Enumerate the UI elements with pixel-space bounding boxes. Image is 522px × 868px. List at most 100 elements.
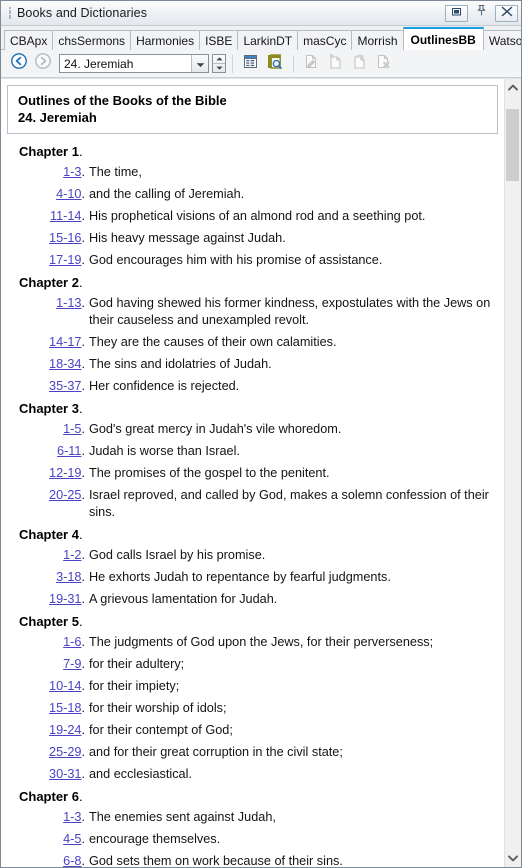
lookup-button[interactable] (263, 53, 285, 75)
chapter-heading-period: . (78, 275, 83, 290)
tab-mascyc[interactable]: masCyc (297, 30, 353, 50)
tab-morrish[interactable]: Morrish (351, 30, 404, 50)
stepper-down-button[interactable] (213, 64, 225, 72)
tab-isbe[interactable]: ISBE (199, 30, 239, 50)
chapter-heading: Chapter 4. (19, 527, 83, 542)
book-stepper[interactable] (212, 54, 226, 73)
forward-button[interactable] (31, 52, 55, 76)
drag-grip-handle[interactable] (5, 6, 14, 20)
outline-entry-text: and ecclesiastical. (89, 767, 192, 781)
verse-reference-link[interactable]: 1-2 (63, 548, 81, 562)
chapter-heading: Chapter 6. (19, 789, 83, 804)
verse-reference-link[interactable]: 1-5 (63, 422, 81, 436)
verse-reference-link[interactable]: 6-11 (57, 444, 81, 458)
outline-entry: 1-2. God calls Israel by his promise. (7, 547, 498, 564)
edit-note-button[interactable] (300, 53, 322, 75)
outline-entry: 1-3. The time, (7, 164, 498, 181)
book-search-icon (266, 53, 283, 75)
outline-entry-text: for their impiety; (89, 679, 180, 693)
book-selector-value: 24. Jeremiah (64, 56, 134, 71)
chapter-heading-period: . (78, 144, 83, 159)
outline-entry-text: God encourages him with his promise of a… (89, 253, 383, 267)
delete-note-button[interactable] (372, 53, 394, 75)
stepper-up-button[interactable] (213, 55, 225, 64)
verse-reference-cell: 20-25. (11, 487, 85, 521)
verse-reference-cell: 11-14. (11, 208, 85, 225)
outline-entry-text: encourage themselves. (89, 832, 221, 846)
close-button[interactable] (495, 4, 518, 22)
verse-reference-link[interactable]: 7-9 (63, 657, 81, 671)
chapter-heading-period: . (78, 527, 83, 542)
verse-reference-link[interactable]: 17-19 (49, 253, 81, 267)
tab-cbapx[interactable]: CBApx (4, 30, 54, 50)
restore-icon (451, 4, 462, 22)
verse-reference-cell: 4-10. (11, 186, 85, 203)
title-bar: Books and Dictionaries (1, 1, 521, 26)
verse-reference-link[interactable]: 4-10 (56, 187, 81, 201)
verse-reference-link[interactable]: 15-16 (49, 231, 81, 245)
verse-reference-link[interactable]: 11-14 (50, 209, 82, 223)
back-button[interactable] (7, 52, 31, 76)
caret-up-icon (215, 57, 223, 61)
verse-reference-link[interactable]: 19-31 (49, 592, 81, 606)
forward-arrow-icon (34, 52, 52, 75)
verse-reference-link[interactable]: 19-24 (49, 723, 81, 737)
navigation-toolbar: 24. Jeremiah (1, 50, 521, 78)
outline-entry: 25-29. and for their great corruption in … (7, 744, 498, 761)
verse-reference-link[interactable]: 25-29 (49, 745, 81, 759)
outline-entry: 1-6. The judgments of God upon the Jews, … (7, 634, 498, 651)
verse-reference-link[interactable]: 1-6 (63, 635, 81, 649)
verse-reference-link[interactable]: 1-3 (63, 810, 81, 824)
verse-reference-link[interactable]: 18-34 (49, 357, 81, 371)
verse-reference-link[interactable]: 20-25 (49, 488, 81, 502)
book-selector-combobox[interactable]: 24. Jeremiah (59, 54, 209, 73)
new-note-button[interactable] (324, 53, 346, 75)
verse-reference-cell: 19-31. (11, 591, 85, 608)
verse-reference-link[interactable]: 3-18 (56, 570, 81, 584)
tab-larkindt[interactable]: LarkinDT (237, 30, 299, 50)
verse-reference-cell: 10-14. (11, 678, 85, 695)
dictionary-tab-strip: CBApx chsSermons Harmonies ISBE LarkinDT… (1, 26, 521, 50)
edit-document-icon (303, 53, 320, 75)
verse-reference-link[interactable]: 35-37 (49, 379, 81, 393)
verse-reference-link[interactable]: 15-18 (49, 701, 81, 715)
toolbar-separator-2 (293, 54, 294, 73)
copy-note-button[interactable] (348, 53, 370, 75)
outline-entry-text: Judah is worse than Israel. (89, 444, 240, 458)
verse-reference-cell: 15-16. (11, 230, 85, 247)
verse-reference-cell: 1-13. (11, 295, 85, 329)
outline-entry: 6-11. Judah is worse than Israel. (7, 443, 498, 460)
tab-chssermons[interactable]: chsSermons (52, 30, 132, 50)
scroll-up-button[interactable] (505, 79, 521, 96)
toc-button[interactable] (239, 53, 261, 75)
verse-reference-link[interactable]: 14-17 (49, 335, 81, 349)
scroll-down-button[interactable] (505, 850, 521, 867)
tab-outlinesbb[interactable]: OutlinesBB (402, 27, 484, 50)
outline-entry: 15-16. His heavy message against Judah. (7, 230, 498, 247)
scrollbar-track[interactable] (505, 96, 521, 850)
tab-harmonies[interactable]: Harmonies (130, 30, 201, 50)
document-title: Outlines of the Books of the Bible (18, 93, 227, 108)
vertical-scrollbar[interactable] (504, 79, 521, 867)
verse-reference-link[interactable]: 1-3 (63, 165, 81, 179)
verse-reference-link[interactable]: 10-14 (49, 679, 81, 693)
content-area: Outlines of the Books of the Bible 24. J… (1, 78, 521, 867)
verse-reference-cell: 35-37. (11, 378, 85, 395)
outline-entry-text: God sets them on work because of their s… (89, 854, 343, 867)
outline-entry-text: and for their great corruption in the ci… (89, 745, 343, 759)
verse-reference-link[interactable]: 30-31 (49, 767, 81, 781)
tab-watson[interactable]: Watson (482, 30, 521, 50)
outline-entry-text: God having shewed his former kindness, e… (89, 296, 491, 327)
auto-hide-button[interactable] (470, 4, 493, 22)
combobox-dropdown-button[interactable] (191, 55, 208, 72)
verse-reference-link[interactable]: 4-5 (63, 832, 81, 846)
restore-button[interactable] (445, 4, 468, 22)
verse-reference-cell: 30-31. (11, 766, 85, 783)
outline-entry: 4-5. encourage themselves. (7, 831, 498, 848)
chapter-heading-period: . (78, 789, 83, 804)
verse-reference-link[interactable]: 12-19 (49, 466, 81, 480)
verse-reference-link[interactable]: 1-13 (56, 296, 81, 310)
outline-entry-text: The promises of the gospel to the penite… (89, 466, 330, 480)
verse-reference-link[interactable]: 6-8 (63, 854, 81, 867)
scrollbar-thumb[interactable] (506, 109, 519, 181)
